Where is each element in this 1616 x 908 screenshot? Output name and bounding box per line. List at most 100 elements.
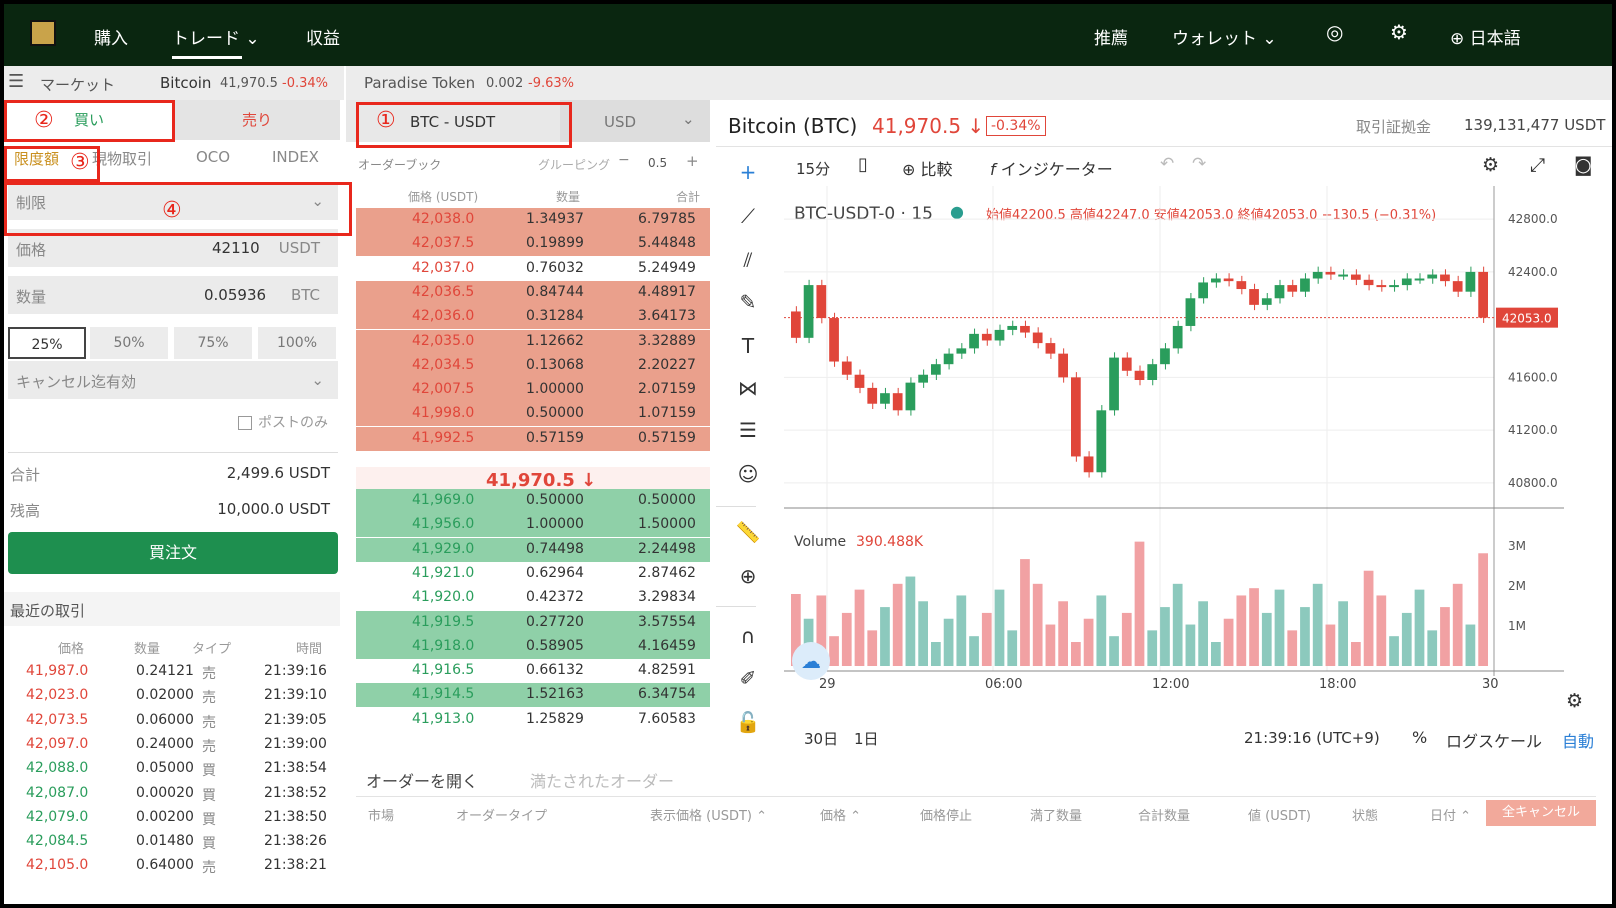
tab-index[interactable]: INDEX: [272, 148, 319, 166]
volume-bar: [1211, 642, 1221, 666]
post-only-checkbox[interactable]: [238, 416, 252, 430]
tab-spot[interactable]: 現物取引: [92, 148, 152, 169]
fib-icon[interactable]: ⫽: [733, 248, 763, 272]
bid-row[interactable]: 41,920.0 0.42372 3.29834: [356, 586, 710, 610]
toolbar-divider: [716, 606, 756, 607]
ask-row[interactable]: 42,034.5 0.13068 2.20227: [356, 353, 710, 378]
range-1d[interactable]: 1日: [854, 728, 879, 749]
chart-settings-icon[interactable]: ⚙: [1482, 154, 1499, 176]
tab-open-orders[interactable]: オーダーを開く: [366, 768, 478, 792]
candle-type-icon[interactable]: ▯: [858, 154, 868, 175]
nav-earn[interactable]: 収益: [306, 24, 340, 49]
percent-scale-button[interactable]: %: [1412, 728, 1427, 747]
axis-settings-icon[interactable]: ⚙: [1566, 690, 1583, 712]
bid-row[interactable]: 41,918.0 0.58905 4.16459: [356, 634, 710, 659]
nav-trade-underline: [172, 56, 242, 59]
range-30d[interactable]: 30日: [804, 728, 838, 749]
text-icon[interactable]: T: [733, 334, 763, 358]
book-total: 3.57554: [638, 613, 696, 630]
nav-recommend[interactable]: 推薦: [1094, 24, 1128, 49]
divider: [8, 452, 338, 453]
nav-wallet[interactable]: ウォレット ⌄: [1172, 24, 1277, 49]
candle: [1160, 348, 1170, 365]
settings-icon[interactable]: ⚙: [1390, 20, 1408, 44]
brush-icon[interactable]: ✎: [733, 290, 763, 314]
book-qty: 0.13068: [526, 356, 584, 373]
interval-button[interactable]: 15分: [796, 158, 830, 179]
account-icon[interactable]: ◎: [1326, 20, 1343, 44]
time-in-force-select[interactable]: キャンセル迄有効 ⌄: [8, 361, 338, 399]
trendline-icon[interactable]: ⟋: [733, 204, 763, 228]
fullscreen-icon[interactable]: ⤢: [1530, 154, 1545, 176]
col-price[interactable]: 価格 ⌃: [820, 805, 861, 824]
auto-scale-button[interactable]: 自動: [1562, 728, 1594, 752]
bid-row[interactable]: 41,929.0 0.74498 2.24498: [356, 537, 710, 562]
col-date[interactable]: 日付 ⌃: [1430, 805, 1471, 824]
ask-row[interactable]: 42,035.0 1.12662 3.32889: [356, 329, 710, 354]
lock-drawing-icon[interactable]: ✐: [733, 666, 763, 690]
bid-row[interactable]: 41,914.5 1.52163 6.34754: [356, 683, 710, 708]
undo-icon[interactable]: ↶: [1160, 154, 1174, 174]
pct-50-button[interactable]: 50%: [90, 327, 168, 359]
book-qty: 1.00000: [526, 381, 584, 398]
book-price: 42,034.5: [412, 356, 475, 373]
buy-order-button[interactable]: 買注文: [8, 532, 338, 574]
ask-row[interactable]: 41,992.5 0.57159 0.57159: [356, 426, 710, 451]
grouping-plus-button[interactable]: +: [686, 152, 699, 170]
ticker-pdt-change: -9.63%: [528, 76, 574, 91]
logo-icon[interactable]: [30, 20, 56, 46]
book-total: 7.60583: [638, 710, 696, 727]
camera-icon[interactable]: ◙: [1574, 154, 1592, 176]
ask-row[interactable]: 41,998.0 0.50000 1.07159: [356, 402, 710, 427]
col-display-price[interactable]: 表示価格 (USDT) ⌃: [650, 805, 767, 824]
ask-row[interactable]: 42,036.0 0.31284 3.64173: [356, 305, 710, 330]
trade-type: 買: [202, 787, 216, 804]
menu-icon[interactable]: ☰: [8, 71, 24, 92]
emoji-icon[interactable]: ☺: [733, 462, 763, 486]
quantity-field[interactable]: 数量 0.05936 BTC: [8, 276, 338, 314]
tab-oco[interactable]: OCO: [196, 148, 230, 166]
nav-trade[interactable]: トレード ⌄: [172, 24, 260, 49]
tab-filled-orders[interactable]: 満たされたオーダー: [530, 768, 674, 792]
trade-qty: 0.64000: [136, 857, 194, 874]
nav-buy[interactable]: 購入: [94, 24, 128, 49]
pct-100-button[interactable]: 100%: [258, 327, 336, 359]
bid-row[interactable]: 41,916.5 0.66132 4.82591: [356, 659, 710, 683]
grouping-minus-button[interactable]: −: [618, 152, 630, 168]
indicator-button[interactable]: f インジケーター: [990, 156, 1113, 180]
compare-button[interactable]: ⊕ 比較: [902, 156, 953, 180]
magnet-icon[interactable]: ∩: [733, 624, 763, 648]
ruler-icon[interactable]: 📏: [733, 520, 763, 544]
unlock-icon[interactable]: 🔓: [733, 710, 763, 734]
market-label[interactable]: マーケット: [40, 74, 115, 95]
zoom-in-icon[interactable]: ⊕: [733, 564, 763, 588]
crosshair-icon[interactable]: +: [733, 160, 763, 184]
pct-75-button[interactable]: 75%: [174, 327, 252, 359]
ticker-btc-name[interactable]: Bitcoin: [160, 74, 211, 92]
ask-row[interactable]: 42,037.5 0.19899 5.44848: [356, 232, 710, 257]
bid-row[interactable]: 41,913.0 1.25829 7.60583: [356, 708, 710, 732]
pct-25-button[interactable]: 25%: [8, 327, 86, 359]
ask-row[interactable]: 42,038.0 1.34937 6.79785: [356, 208, 710, 232]
cancel-all-button[interactable]: 全キャンセル: [1486, 800, 1596, 826]
ask-row[interactable]: 42,007.5 1.00000 2.07159: [356, 378, 710, 403]
trade-type: 買: [202, 836, 216, 853]
candle: [1109, 357, 1119, 411]
bid-row[interactable]: 41,956.0 1.00000 1.50000: [356, 513, 710, 538]
prediction-icon[interactable]: ☰: [733, 418, 763, 442]
cloud-logo-icon[interactable]: ☁: [792, 642, 830, 680]
bid-row[interactable]: 41,921.0 0.62964 2.87462: [356, 562, 710, 586]
language-selector[interactable]: ⊕ 日本語: [1450, 24, 1521, 49]
sell-tab[interactable]: 売り: [174, 100, 340, 140]
candle: [1325, 271, 1336, 275]
bid-row[interactable]: 41,969.0 0.50000 0.50000: [356, 489, 710, 513]
redo-icon[interactable]: ↷: [1192, 154, 1206, 174]
ticker-pdt-name[interactable]: Paradise Token: [364, 74, 475, 92]
ask-row[interactable]: 42,036.5 0.84744 4.48917: [356, 280, 710, 305]
ask-row[interactable]: 42,037.0 0.76032 5.24949: [356, 257, 710, 281]
bid-row[interactable]: 41,919.5 0.27720 3.57554: [356, 610, 710, 635]
price-chart[interactable]: 42800.0 42400.0 41600.0 41200.0 40800.0 42053…: [784, 186, 1616, 746]
pattern-icon[interactable]: ⋈: [733, 376, 763, 400]
book-qty: 0.66132: [526, 662, 584, 679]
log-scale-button[interactable]: ログスケール: [1446, 728, 1542, 752]
